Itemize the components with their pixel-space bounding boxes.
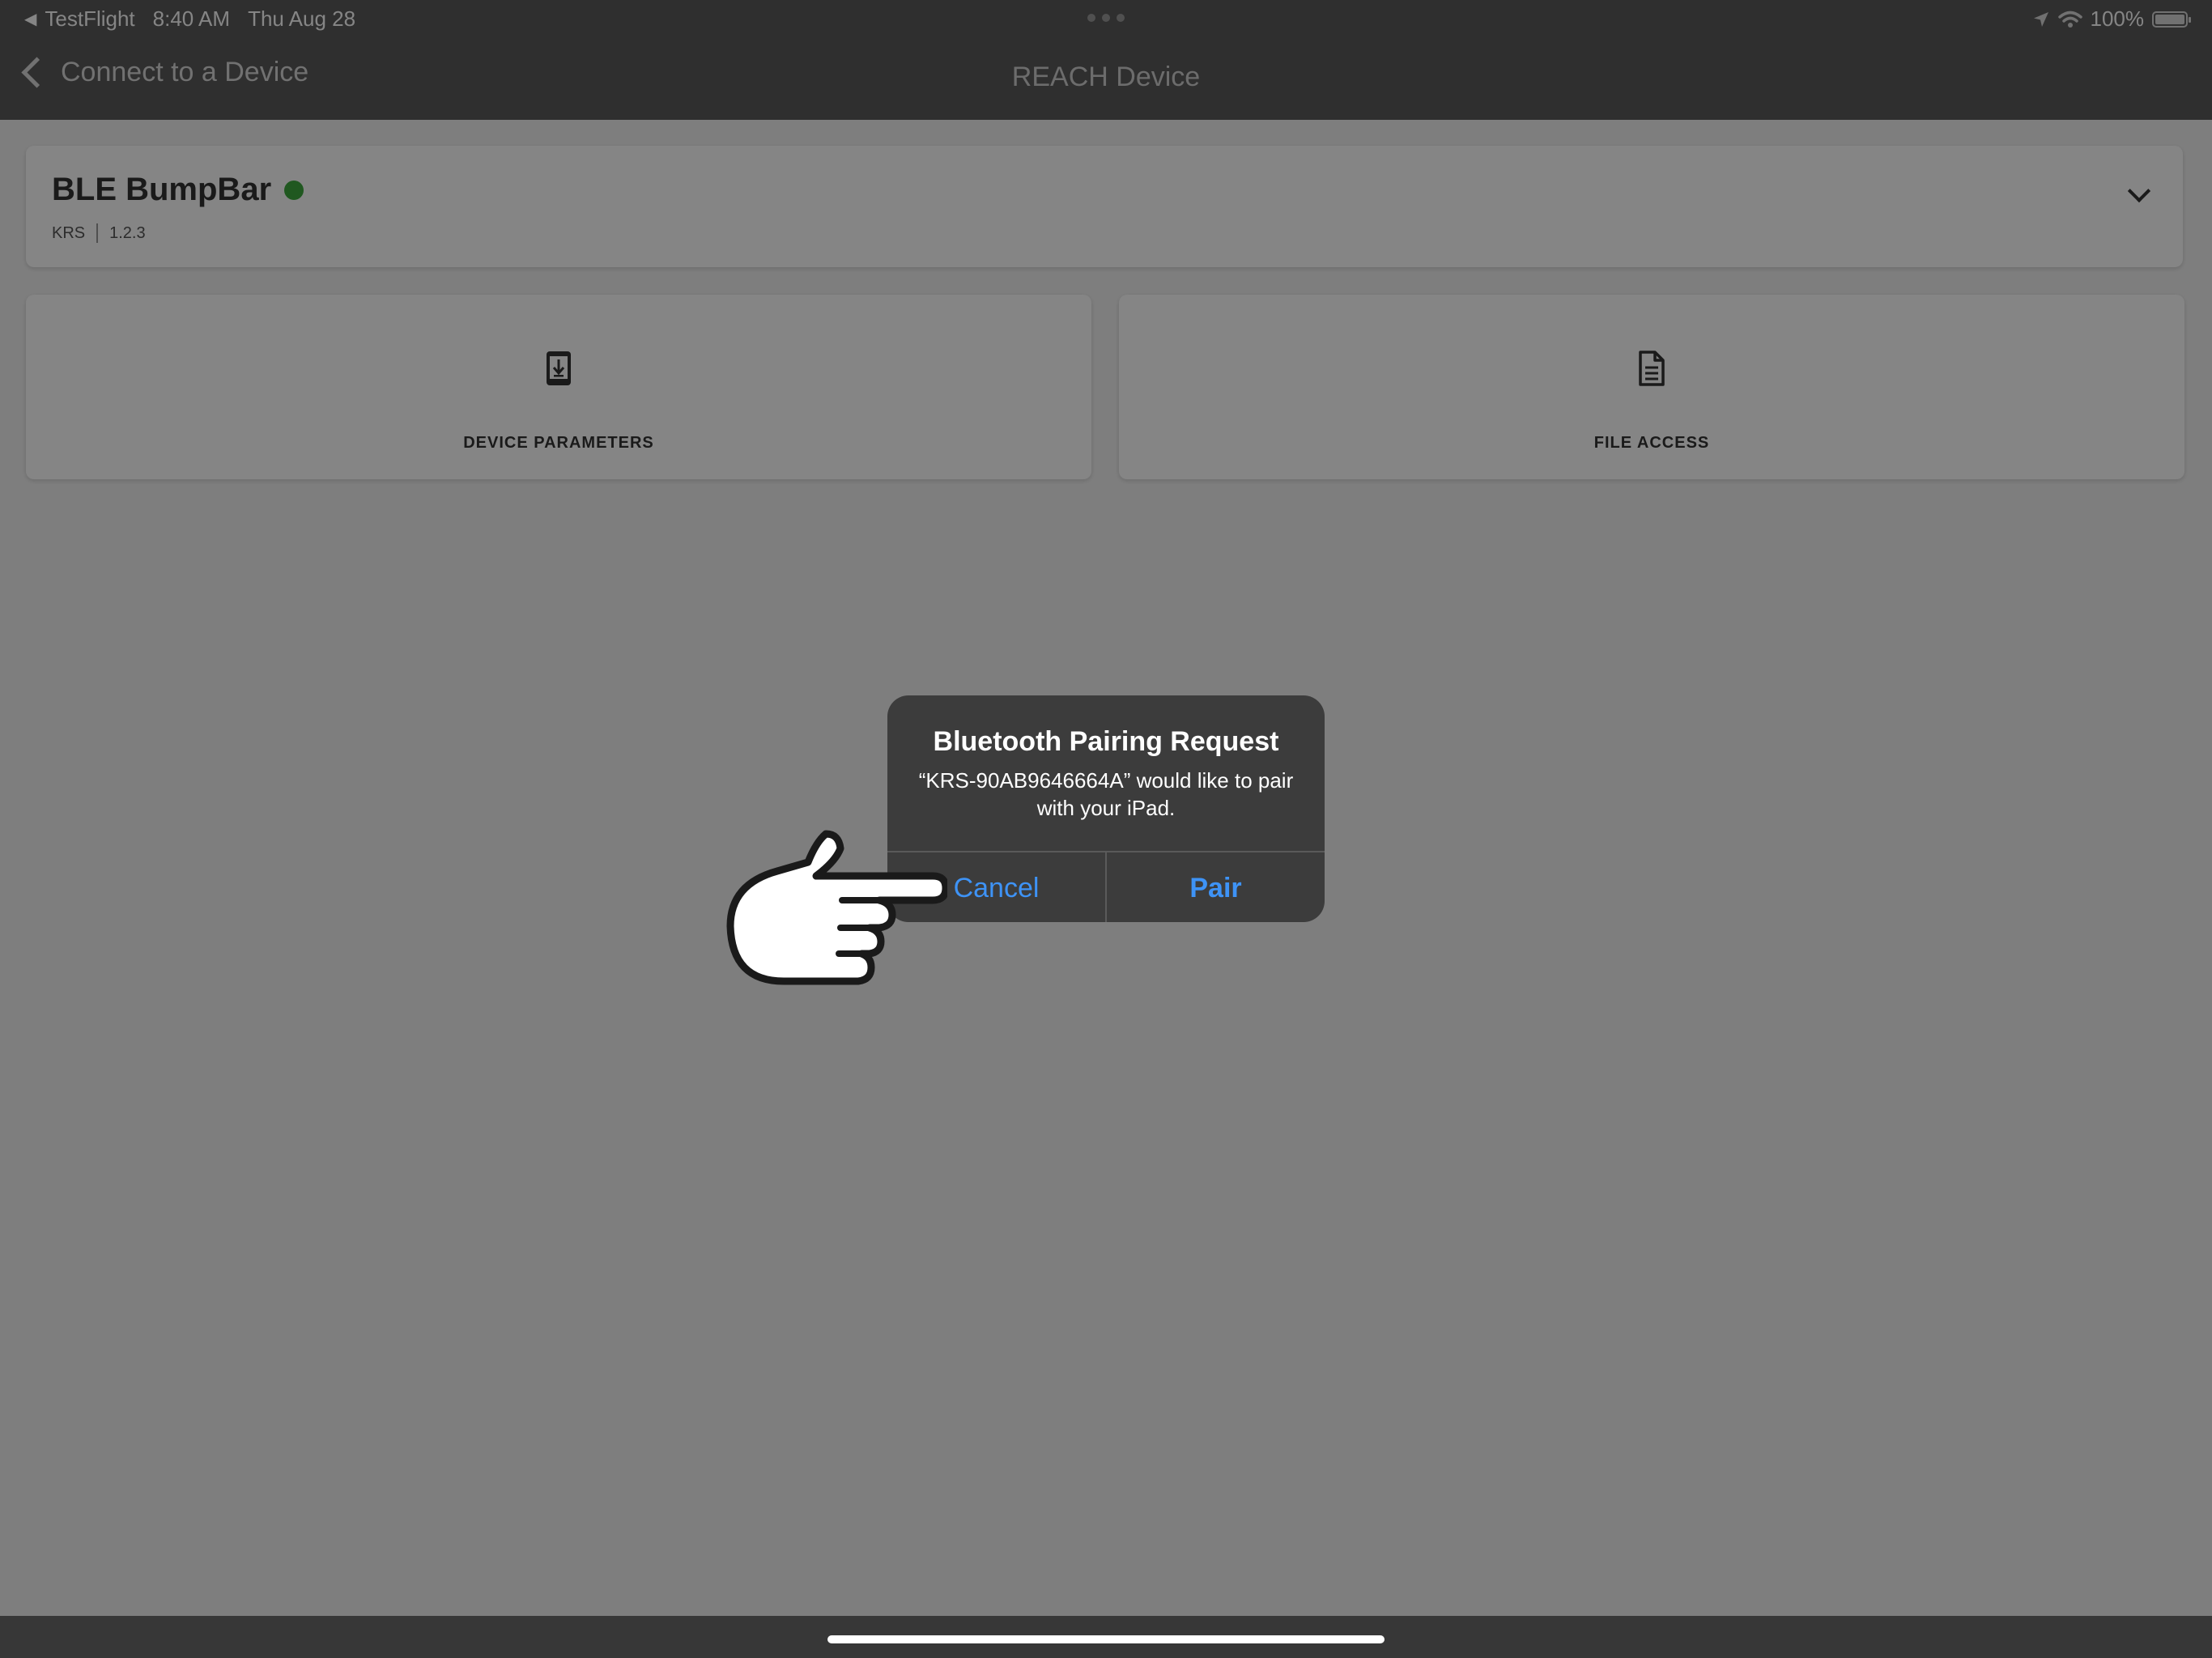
alert-message: “KRS-90AB9646664A” would like to pair wi… bbox=[918, 768, 1294, 820]
alert-actions: Cancel Pair bbox=[887, 851, 1325, 922]
alert-title: Bluetooth Pairing Request bbox=[933, 726, 1279, 757]
bluetooth-pairing-alert: Bluetooth Pairing Request “KRS-90AB96466… bbox=[887, 695, 1325, 922]
pointing-hand-icon bbox=[726, 830, 947, 985]
home-indicator[interactable] bbox=[827, 1635, 1385, 1643]
pair-button[interactable]: Pair bbox=[1107, 852, 1325, 922]
